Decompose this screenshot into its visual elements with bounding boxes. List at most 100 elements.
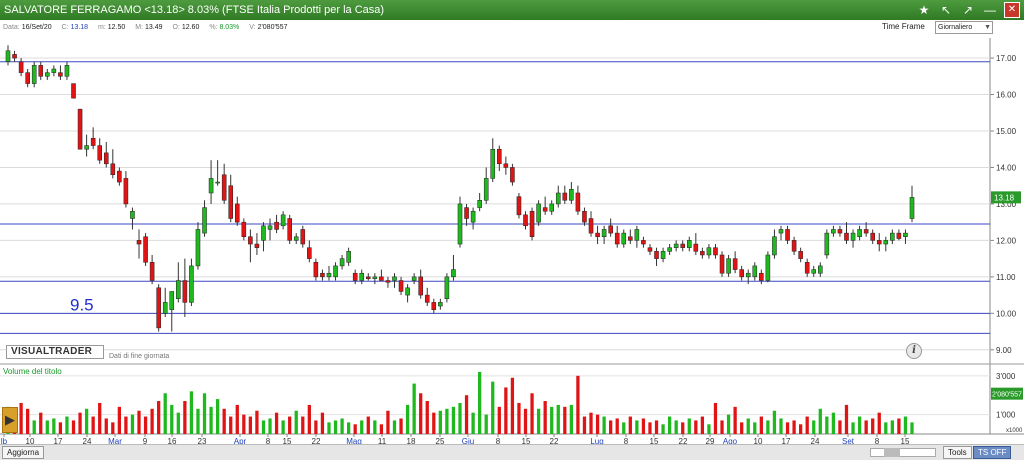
candle-body: [51, 68, 57, 73]
volume-bar: [196, 408, 200, 434]
volume-bar: [674, 420, 678, 434]
x-axis-label: 22: [679, 437, 688, 444]
volume-unit-label: x1000: [1006, 428, 1023, 434]
volume-bar: [753, 422, 757, 434]
candle-body: [536, 203, 541, 223]
candle-body: [352, 272, 358, 281]
minimize-icon[interactable]: —: [982, 2, 998, 18]
x-axis-label: lb: [1, 437, 8, 444]
candle-body: [660, 251, 666, 259]
volume-bar: [550, 406, 554, 434]
candle-body: [686, 240, 692, 248]
candle-body: [726, 258, 731, 274]
ts-off-button[interactable]: TS OFF: [973, 446, 1012, 459]
candle-body: [97, 145, 102, 161]
volume-bar: [759, 416, 763, 434]
expand-icon[interactable]: ↗: [960, 2, 976, 18]
candle-body: [398, 280, 404, 292]
price-pane: [0, 38, 990, 360]
candle-body: [385, 280, 391, 283]
candle-body: [608, 225, 613, 234]
x-axis-label: 17: [782, 437, 791, 444]
volume-bar: [478, 371, 482, 434]
candle-body: [673, 243, 679, 248]
volume-bar: [209, 406, 213, 434]
volume-bar: [903, 416, 908, 434]
volume-bar: [281, 420, 285, 434]
volume-bar: [432, 412, 436, 434]
volume-bar: [654, 420, 659, 434]
candle-body: [392, 276, 397, 281]
volume-bar: [726, 414, 731, 434]
candle-body: [497, 148, 502, 165]
price-axis-label: 17.00: [996, 54, 1017, 63]
candle-body: [372, 276, 378, 279]
undock-icon[interactable]: ↖: [938, 2, 954, 18]
volume-bar: [360, 420, 364, 434]
candle-body: [149, 262, 155, 281]
candle-body: [280, 214, 286, 227]
scrollbar-thumb[interactable]: [884, 448, 900, 457]
candle-body: [293, 236, 299, 241]
price-axis-label: 14.00: [996, 163, 1017, 172]
volume-bar: [530, 393, 534, 434]
horizontal-scrollbar[interactable]: [870, 448, 936, 457]
candle-body: [818, 265, 823, 274]
x-axis-label: 24: [83, 437, 92, 444]
volume-bar: [91, 416, 95, 434]
refresh-button[interactable]: Aggiorna: [2, 446, 45, 459]
candle-body: [274, 221, 279, 230]
volume-bar: [471, 412, 475, 434]
candle-body: [503, 163, 509, 168]
candle-body: [876, 240, 882, 245]
panel-toggle-button[interactable]: ▶: [2, 407, 18, 433]
close-icon[interactable]: ✕: [1004, 2, 1020, 18]
candle-body: [103, 152, 109, 165]
volume-bar: [510, 377, 515, 434]
info-icon[interactable]: i: [906, 343, 922, 359]
x-axis-label: Ago: [723, 437, 738, 444]
candle-body: [431, 302, 437, 310]
tools-button[interactable]: Tools: [943, 446, 972, 459]
volume-bar: [229, 416, 233, 434]
candle-body: [510, 167, 515, 183]
timeframe-select[interactable]: Giornaliero ▼: [935, 21, 993, 34]
candle-body: [169, 291, 175, 310]
candle-body: [248, 236, 253, 245]
volume-bar: [687, 418, 691, 434]
candle-body: [405, 287, 410, 296]
candle-body: [470, 210, 476, 223]
volume-bar: [851, 422, 855, 434]
candle-body: [752, 265, 758, 278]
candle-body: [424, 294, 430, 303]
candle-body: [136, 240, 142, 245]
price-annotation: 9.5: [70, 295, 94, 314]
candle-body: [595, 232, 600, 237]
volume-bar: [222, 408, 226, 434]
x-axis-label: 29: [706, 437, 715, 444]
candle-body: [883, 240, 889, 245]
volume-bar: [641, 418, 646, 434]
candle-body: [641, 240, 646, 245]
x-axis-label: 11: [378, 437, 387, 444]
date-value: 16/Set/20: [21, 24, 52, 31]
candle-body: [195, 229, 201, 267]
candle-body: [90, 138, 96, 146]
open-value: 12.60: [181, 24, 200, 31]
volume-bar: [301, 416, 305, 434]
volume-bar: [248, 416, 253, 434]
x-axis-label: 17: [54, 437, 63, 444]
favorite-icon[interactable]: ★: [916, 2, 932, 18]
volume-bar: [52, 418, 56, 434]
volume-bar: [910, 422, 914, 434]
volume-bar: [582, 416, 587, 434]
candle-body: [654, 251, 659, 259]
window-controls: ★ ↖ ↗ — ✕: [916, 2, 1020, 18]
open-label: O:: [172, 24, 180, 31]
candle-body: [5, 50, 11, 62]
volume-bar: [864, 420, 868, 434]
volume-bar: [26, 408, 30, 434]
volume-bar: [242, 414, 246, 434]
price-volume-chart[interactable]: 17.0016.0015.0014.0013.0012.0011.0010.00…: [0, 38, 1024, 444]
candle-body: [831, 229, 836, 234]
